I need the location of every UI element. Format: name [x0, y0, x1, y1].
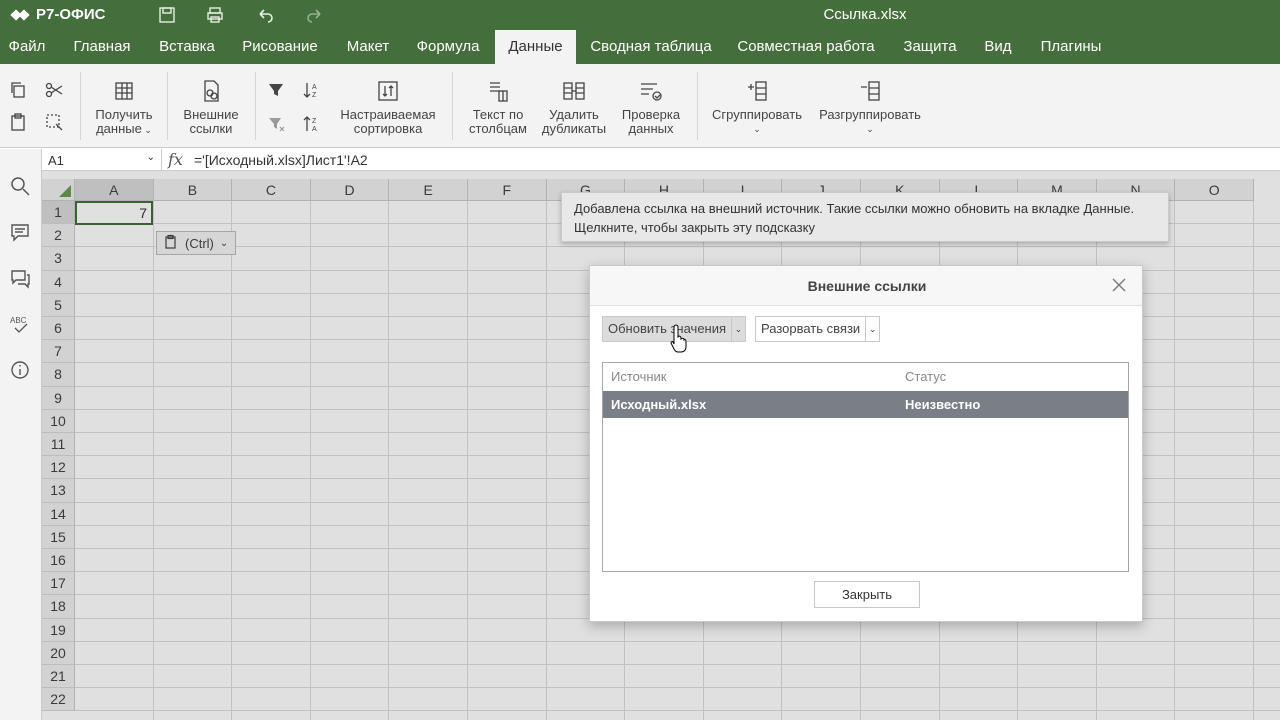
tab-formula[interactable]: Формула	[406, 30, 490, 64]
paste-icon[interactable]	[8, 112, 28, 132]
row-source: Исходный.xlsx	[611, 397, 707, 412]
toolbar-separator	[255, 72, 256, 140]
links-table: Источник Статус Исходный.xlsx Неизвестно	[602, 362, 1129, 572]
break-links-button[interactable]: Разорвать связи ⌄	[755, 316, 881, 342]
external-links-dialog: Внешние ссылки Обновить значения ⌄ Разор…	[589, 265, 1143, 622]
text-to-columns-button[interactable]: Текст по столбцам	[464, 64, 532, 136]
tab-view[interactable]: Вид	[974, 30, 1022, 64]
sort-descending-icon[interactable]: ZA	[302, 114, 322, 134]
formula-input[interactable]: ='[Исходный.xlsx]Лист1'!A2	[194, 152, 368, 168]
update-values-label: Обновить значения	[608, 321, 727, 336]
tab-insert[interactable]: Вставка	[148, 30, 226, 64]
hand-cursor-icon	[670, 324, 687, 353]
name-box[interactable]: A1 ⌄	[42, 149, 162, 171]
clear-filter-icon[interactable]	[266, 114, 286, 134]
fx-icon[interactable]: fx	[168, 150, 183, 169]
remove-duplicates-label-1: Удалить	[549, 107, 599, 122]
group-icon	[744, 78, 770, 104]
custom-sort-label-2: сортировка	[353, 121, 423, 136]
dialog-header: Внешние ссылки	[590, 266, 1142, 306]
chevron-down-icon[interactable]: ⌄	[731, 317, 745, 341]
dialog-title: Внешние ссылки	[807, 278, 927, 294]
copy-icon[interactable]	[8, 80, 28, 100]
tab-pivot[interactable]: Сводная таблица	[582, 30, 720, 64]
ungroup-icon	[857, 78, 883, 104]
left-rail: ABC	[0, 149, 42, 720]
get-data-button[interactable]: Получить данные ⌄	[90, 64, 158, 137]
cut-icon[interactable]	[44, 80, 64, 100]
tooltip-line-2: Щелкните, чтобы закрыть эту подсказку	[574, 220, 815, 235]
tab-plugins[interactable]: Плагины	[1030, 30, 1112, 64]
svg-text:Z: Z	[312, 118, 317, 125]
table-row[interactable]: Исходный.xlsx Неизвестно	[603, 391, 1128, 418]
table-data-icon	[111, 78, 137, 104]
toolbar-separator	[80, 72, 81, 140]
menu-bar: Файл Главная Вставка Рисование Макет Фор…	[0, 30, 1280, 64]
tooltip-line-1: Добавлена ссылка на внешний источник. Та…	[574, 201, 1135, 216]
toolbar: Получить данные ⌄ Внешние ссылки AZ ZA Н…	[0, 64, 1280, 148]
external-link-tooltip[interactable]: Добавлена ссылка на внешний источник. Та…	[561, 192, 1169, 242]
toolbar-separator	[697, 72, 698, 140]
custom-sort-icon	[375, 78, 401, 104]
ungroup-chevron-icon: ⌄	[866, 124, 874, 134]
title-bar: Р7-ОФИС Ссылка.xlsx	[0, 0, 1280, 30]
search-icon[interactable]	[9, 175, 31, 197]
group-label: Сгруппировать	[712, 107, 802, 122]
text-to-columns-label-1: Текст по	[472, 107, 524, 122]
custom-sort-label-1: Настраиваемая	[340, 107, 436, 122]
remove-duplicates-button[interactable]: Удалить дубликаты	[538, 64, 610, 136]
data-validation-icon	[638, 78, 664, 104]
external-links-icon	[198, 78, 224, 104]
column-header-source: Источник	[611, 369, 667, 384]
svg-text:Z: Z	[312, 92, 317, 99]
close-icon[interactable]	[1110, 276, 1128, 294]
sort-ascending-icon[interactable]: AZ	[302, 80, 322, 100]
ungroup-button[interactable]: Разгруппировать ⌄	[814, 64, 926, 136]
toolbar-separator	[452, 72, 453, 140]
get-data-label-2: данные	[96, 121, 142, 136]
toolbar-separator	[167, 72, 168, 140]
data-validation-button[interactable]: Проверка данных	[616, 64, 686, 136]
formula-bar: A1 ⌄ fx ='[Исходный.xlsx]Лист1'!A2	[42, 149, 1280, 171]
external-links-label-2: ссылки	[189, 121, 233, 136]
column-header-status: Статус	[905, 369, 947, 384]
tab-file[interactable]: Файл	[0, 30, 54, 64]
tab-draw[interactable]: Рисование	[232, 30, 328, 64]
data-validation-label-2: данных	[628, 121, 674, 136]
break-links-label: Разорвать связи	[761, 321, 861, 336]
external-links-button[interactable]: Внешние ссылки	[178, 64, 244, 136]
tab-layout[interactable]: Макет	[334, 30, 402, 64]
svg-text:A: A	[312, 84, 317, 91]
comments-icon[interactable]	[9, 221, 31, 243]
spellcheck-icon[interactable]: ABC	[9, 313, 31, 335]
svg-text:A: A	[312, 126, 317, 133]
name-box-value: A1	[48, 153, 64, 168]
svg-text:ABC: ABC	[10, 316, 27, 325]
tab-collaboration[interactable]: Совместная работа	[728, 30, 884, 64]
remove-duplicates-label-2: дубликаты	[541, 121, 607, 136]
chevron-down-icon[interactable]: ⌄	[865, 317, 879, 341]
filter-icon[interactable]	[266, 80, 286, 100]
tab-home[interactable]: Главная	[60, 30, 144, 64]
text-to-columns-icon	[485, 78, 511, 104]
info-icon[interactable]	[9, 359, 31, 381]
external-links-label-1: Внешние	[183, 107, 239, 122]
group-button[interactable]: Сгруппировать ⌄	[708, 64, 806, 136]
select-all-icon[interactable]	[44, 112, 64, 132]
row-status: Неизвестно	[905, 397, 981, 412]
chevron-down-icon: ⌄	[146, 152, 155, 163]
tab-protection[interactable]: Защита	[894, 30, 966, 64]
remove-duplicates-icon	[561, 78, 587, 104]
data-validation-label-1: Проверка	[621, 107, 681, 122]
get-data-label-1: Получить	[95, 107, 153, 122]
group-chevron-icon: ⌄	[753, 124, 761, 134]
ungroup-label: Разгруппировать	[819, 107, 921, 122]
text-to-columns-label-2: столбцам	[469, 121, 527, 136]
close-button[interactable]: Закрыть	[814, 581, 920, 608]
document-title: Ссылка.xlsx	[823, 6, 907, 23]
tab-data[interactable]: Данные	[495, 30, 576, 64]
custom-sort-button[interactable]: Настраиваемая сортировка	[336, 64, 440, 136]
chat-icon[interactable]	[9, 267, 31, 289]
